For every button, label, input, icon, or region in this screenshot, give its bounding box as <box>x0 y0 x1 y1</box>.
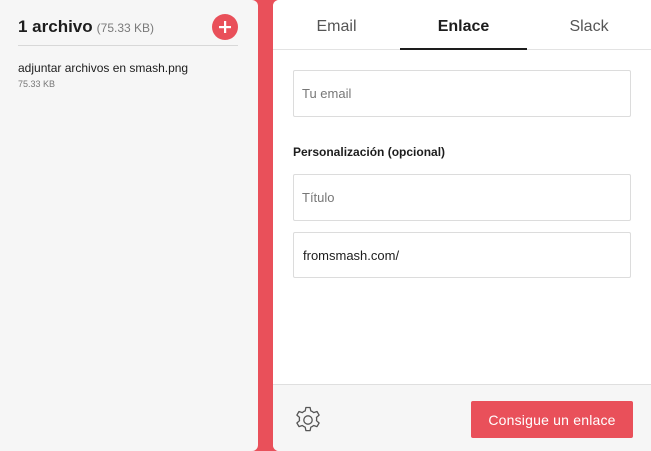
link-form: Personalización (opcional) fromsmash.com… <box>273 50 651 384</box>
settings-button[interactable] <box>292 404 324 436</box>
files-title: 1 archivo (75.33 KB) <box>18 17 154 37</box>
email-field[interactable] <box>293 70 631 117</box>
personalization-label: Personalización (opcional) <box>293 145 446 159</box>
tab-slack[interactable]: Slack <box>527 0 651 49</box>
transfer-tabs: Email Enlace Slack <box>273 0 651 50</box>
get-link-button[interactable]: Consigue un enlace <box>471 401 633 438</box>
files-panel: 1 archivo (75.33 KB) adjuntar archivos en… <box>0 0 258 451</box>
plus-icon <box>219 21 231 33</box>
file-name: adjuntar archivos en smash.png <box>18 61 189 75</box>
panel-footer: Consigue un enlace <box>273 384 651 451</box>
files-count: 1 archivo <box>18 17 93 36</box>
file-size: 75.33 KB <box>18 79 56 89</box>
title-field[interactable] <box>293 174 631 221</box>
files-total-size: (75.33 KB) <box>96 21 155 35</box>
file-list-item[interactable]: adjuntar archivos en smash.png 75.33 KB <box>18 61 238 89</box>
tab-link[interactable]: Enlace <box>400 0 527 50</box>
gear-icon <box>296 406 320 432</box>
tab-email[interactable]: Email <box>273 0 400 49</box>
transfer-panel: Email Enlace Slack Personalización (opci… <box>273 0 651 451</box>
link-prefix: fromsmash.com/ <box>303 248 400 263</box>
add-file-button[interactable] <box>212 14 238 40</box>
files-header: 1 archivo (75.33 KB) <box>18 14 238 46</box>
custom-link-field[interactable]: fromsmash.com/ <box>293 232 631 278</box>
